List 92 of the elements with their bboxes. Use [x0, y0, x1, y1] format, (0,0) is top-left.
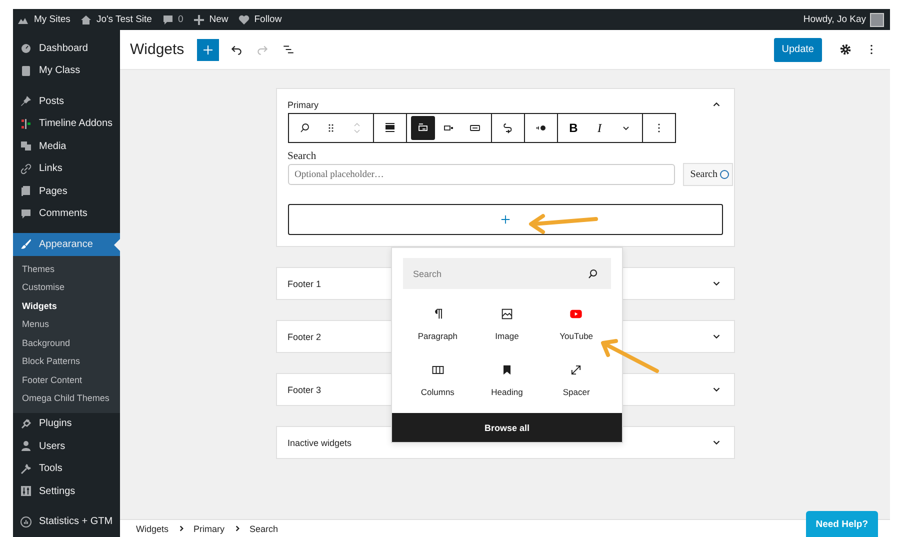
- widget-area-title[interactable]: Footer 3: [288, 384, 322, 394]
- submenu-item[interactable]: Customise: [13, 278, 120, 296]
- sidebar-item[interactable]: Links: [13, 158, 120, 180]
- page-title: Widgets: [130, 41, 184, 58]
- search-input[interactable]: Optional placeholder…: [288, 164, 676, 185]
- submenu-item[interactable]: Background: [13, 334, 120, 352]
- block-search-field[interactable]: Search: [403, 258, 611, 289]
- link-icon: [20, 162, 32, 175]
- admin-bar-link[interactable]: 0: [178, 14, 184, 25]
- button-only-icon: [468, 122, 480, 134]
- image-icon: [500, 307, 514, 321]
- brush-icon: [20, 238, 32, 250]
- block-option[interactable]: Spacer: [542, 361, 611, 399]
- sidebar-item[interactable]: Plugins: [13, 412, 120, 435]
- greeting-link[interactable]: Howdy, Jo Kay: [803, 14, 866, 25]
- stats-icon: [20, 516, 32, 528]
- sidebar-item[interactable]: Statistics + GTM: [13, 510, 120, 533]
- submenu-item[interactable]: Widgets: [13, 296, 120, 315]
- search-icon: [587, 268, 599, 280]
- search-icon: [298, 122, 310, 134]
- list-view-icon: [282, 43, 296, 56]
- link-icon: [502, 122, 514, 134]
- sidebar-item[interactable]: Tools: [13, 458, 120, 480]
- sidebar-item[interactable]: Settings: [13, 480, 120, 502]
- search-label: Search: [288, 151, 318, 162]
- widget-area-title[interactable]: Footer 1: [288, 278, 322, 288]
- sidebar-item[interactable]: Appearance: [13, 233, 120, 256]
- timeline-icon: [20, 118, 32, 130]
- admin-bar-link[interactable]: Follow: [254, 14, 282, 25]
- avatar[interactable]: [870, 12, 884, 26]
- toolbar-button[interactable]: B: [562, 116, 586, 140]
- submenu-item[interactable]: Menus: [13, 315, 120, 334]
- widget-area-title[interactable]: Footer 2: [288, 332, 322, 342]
- chevron-right-icon: [234, 525, 241, 532]
- submenu-item[interactable]: Omega Child Themes: [13, 389, 120, 408]
- submenu-item[interactable]: Block Patterns: [13, 352, 120, 370]
- chevron-right-icon: [178, 525, 185, 532]
- plus-icon: [193, 14, 206, 26]
- breadcrumb-link[interactable]: Primary: [194, 524, 225, 534]
- breadcrumb-link[interactable]: Search: [250, 524, 278, 534]
- annotation-arrow: [601, 339, 659, 373]
- sidebar-item[interactable]: Pages: [13, 180, 120, 202]
- settings-icon: [839, 43, 852, 56]
- update-button[interactable]: Update: [774, 38, 822, 62]
- sidebar-item[interactable]: Dashboard: [13, 37, 120, 60]
- button-inside-icon: [416, 122, 428, 134]
- admin-bar-link[interactable]: New: [209, 14, 228, 25]
- plus-icon: [202, 44, 214, 56]
- sidebar-item[interactable]: Comments: [13, 202, 120, 225]
- widget-area-title[interactable]: Primary: [288, 100, 318, 110]
- add-block-button[interactable]: [288, 204, 722, 235]
- sidebar-item[interactable]: My Class: [13, 60, 120, 82]
- submenu-item[interactable]: Themes: [13, 260, 120, 278]
- block-option[interactable]: Image: [472, 305, 542, 343]
- block-option[interactable]: Heading: [472, 361, 542, 399]
- comment-icon: [162, 14, 174, 26]
- sidebar-item[interactable]: Users: [13, 435, 120, 458]
- block-option[interactable]: Columns: [403, 361, 472, 399]
- annotation-arrow: [529, 214, 598, 234]
- plug-icon: [20, 418, 32, 430]
- admin-bar-link[interactable]: My Sites: [34, 14, 70, 25]
- toolbar-button[interactable]: I: [588, 116, 612, 140]
- dashboard-icon: [20, 42, 32, 54]
- sidebar-item[interactable]: Timeline Addons: [13, 112, 120, 135]
- toolbar-button[interactable]: [410, 116, 434, 140]
- diagonal-arrow-icon: [569, 363, 584, 377]
- comment-icon: [20, 208, 32, 220]
- redo-icon: [256, 43, 270, 56]
- browse-all-button[interactable]: Browse all: [392, 413, 622, 442]
- block-option[interactable]: Paragraph: [403, 305, 472, 343]
- book-icon: [20, 64, 32, 77]
- align-wide-icon: [384, 122, 396, 134]
- undo-icon: [230, 43, 244, 56]
- admin-bar-link[interactable]: Jo's Test Site: [96, 14, 152, 25]
- user-icon: [20, 440, 32, 452]
- sliders-icon: [20, 485, 32, 498]
- sidebar-item[interactable]: Posts: [13, 90, 120, 112]
- sidebar-item[interactable]: Media: [13, 135, 120, 158]
- search-button[interactable]: Search: [683, 163, 732, 186]
- widget-area-title[interactable]: Inactive widgets: [288, 438, 352, 448]
- pin-icon: [20, 95, 32, 108]
- block-option[interactable]: YouTube: [542, 305, 611, 343]
- play-icon: [569, 307, 584, 321]
- wrench-icon: [20, 462, 32, 475]
- media-icon: [20, 140, 32, 152]
- heart-icon: [238, 14, 250, 26]
- breadcrumb-link[interactable]: Widgets: [136, 524, 169, 534]
- plus-icon: [500, 214, 510, 225]
- home-icon: [80, 14, 92, 26]
- submenu-item[interactable]: Footer Content: [13, 370, 120, 389]
- columns-icon: [430, 363, 445, 377]
- pages-icon: [20, 185, 32, 198]
